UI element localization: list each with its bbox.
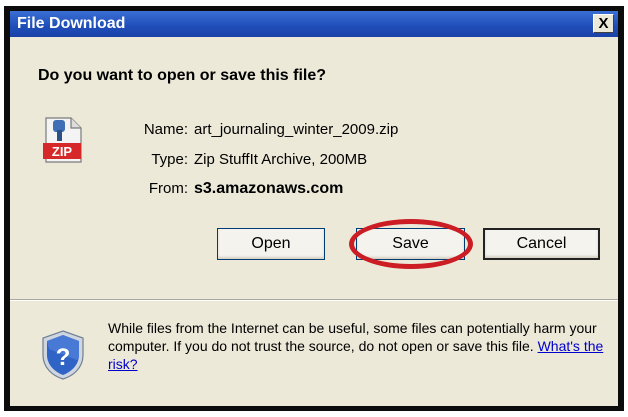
- close-button[interactable]: X: [593, 14, 614, 33]
- open-button[interactable]: Open: [217, 228, 325, 260]
- name-value: art_journaling_winter_2009.zip: [194, 121, 399, 138]
- warning-text: While files from the Internet can be use…: [108, 320, 597, 354]
- save-button[interactable]: Save: [356, 228, 465, 260]
- dialog-question: Do you want to open or save this file?: [38, 67, 327, 84]
- window-title: File Download: [17, 15, 126, 32]
- cancel-button[interactable]: Cancel: [483, 228, 600, 260]
- title-bar[interactable]: File Download X: [10, 11, 618, 37]
- type-value: Zip StuffIt Archive, 200MB: [194, 151, 368, 168]
- shield-question-icon: ?: [42, 330, 84, 380]
- file-download-dialog: File Download X Do you want to open or s…: [10, 11, 618, 406]
- close-icon: X: [598, 15, 609, 32]
- type-label: Type:: [151, 151, 188, 168]
- separator: [10, 299, 618, 301]
- svg-text:?: ?: [56, 344, 71, 371]
- from-label: From:: [148, 180, 188, 197]
- from-value: s3.amazonaws.com: [194, 180, 344, 197]
- security-warning: While files from the Internet can be use…: [108, 319, 608, 373]
- name-label: Name:: [143, 121, 188, 138]
